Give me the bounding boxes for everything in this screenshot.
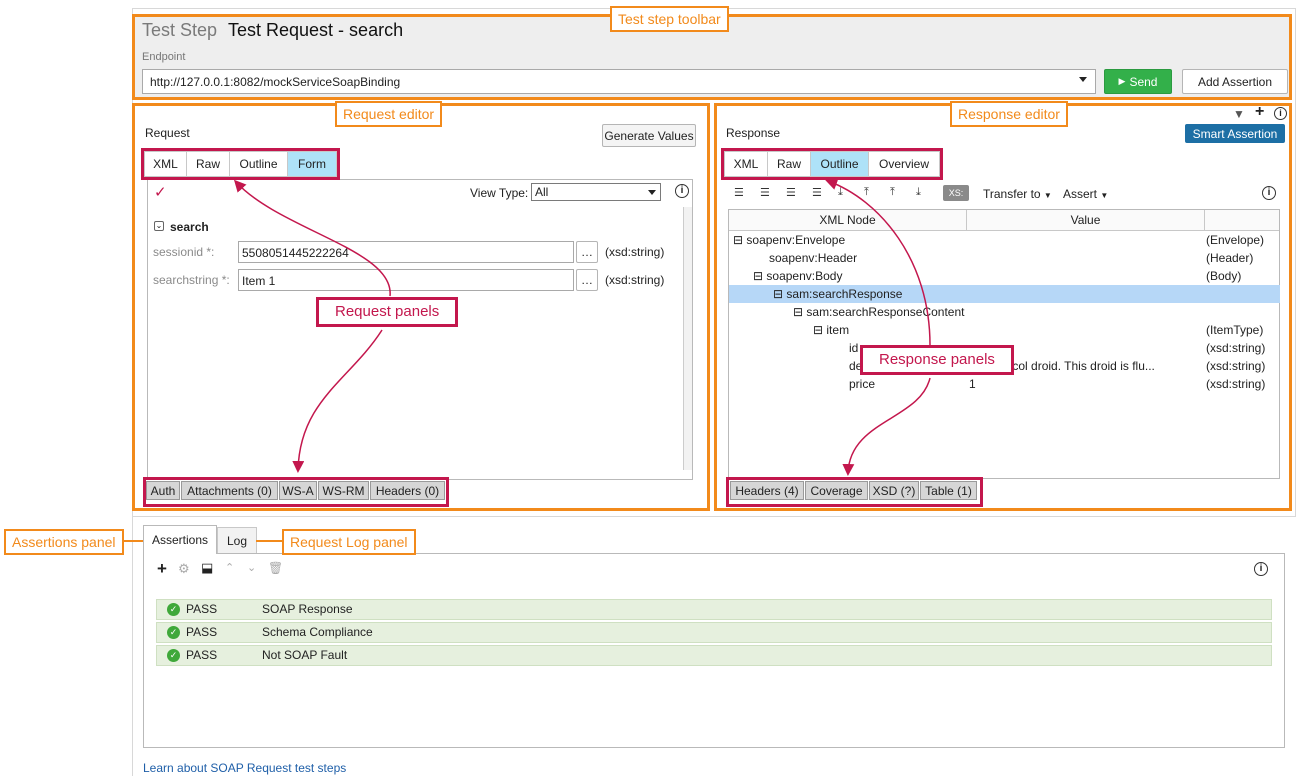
assertion-row[interactable]: ✓ PASS Not SOAP Fault (156, 645, 1272, 666)
response-panels-highlight (726, 477, 983, 507)
assertion-name: SOAP Response (262, 602, 353, 616)
stamp-icon[interactable]: ⬓ (201, 560, 213, 576)
assertion-status: PASS (186, 625, 218, 639)
assertion-row[interactable]: ✓ PASS SOAP Response (156, 599, 1272, 620)
annotation-response-editor: Response editor (950, 101, 1068, 127)
info-icon[interactable]: i (1254, 562, 1268, 576)
gear-icon[interactable]: ⚙ (178, 561, 190, 577)
chevron-up-icon[interactable]: ⌃ (225, 561, 234, 574)
assertion-list: ✓ PASS SOAP Response ✓ PASS Schema Compl… (156, 599, 1272, 669)
check-circle-icon: ✓ (167, 603, 180, 616)
assertion-row[interactable]: ✓ PASS Schema Compliance (156, 622, 1272, 643)
tab-log[interactable]: Log (217, 527, 257, 554)
tab-assertions[interactable]: Assertions (143, 525, 217, 554)
chevron-down-icon[interactable]: ⌄ (247, 561, 256, 574)
request-tabs-highlight (141, 148, 340, 180)
assertion-status: PASS (186, 602, 218, 616)
annotation-request-panels: Request panels (316, 297, 459, 327)
check-circle-icon: ✓ (167, 649, 180, 662)
check-circle-icon: ✓ (167, 626, 180, 639)
trash-icon[interactable]: 🗑 (268, 561, 283, 575)
response-tabs-highlight (721, 148, 943, 180)
annotation-test-step-toolbar: Test step toolbar (610, 6, 729, 32)
annotation-assertions-panel: Assertions panel (4, 529, 124, 555)
request-panels-highlight (143, 477, 449, 507)
assertion-name: Schema Compliance (262, 625, 373, 639)
annotation-response-panels: Response panels (860, 345, 1014, 375)
add-assertion-icon[interactable]: + (157, 559, 167, 579)
assertion-status: PASS (186, 648, 218, 662)
annotation-request-editor: Request editor (335, 101, 443, 127)
assertion-name: Not SOAP Fault (262, 648, 348, 662)
learn-more-link[interactable]: Learn about SOAP Request test steps (143, 761, 346, 775)
annotation-request-log-panel: Request Log panel (282, 529, 416, 555)
